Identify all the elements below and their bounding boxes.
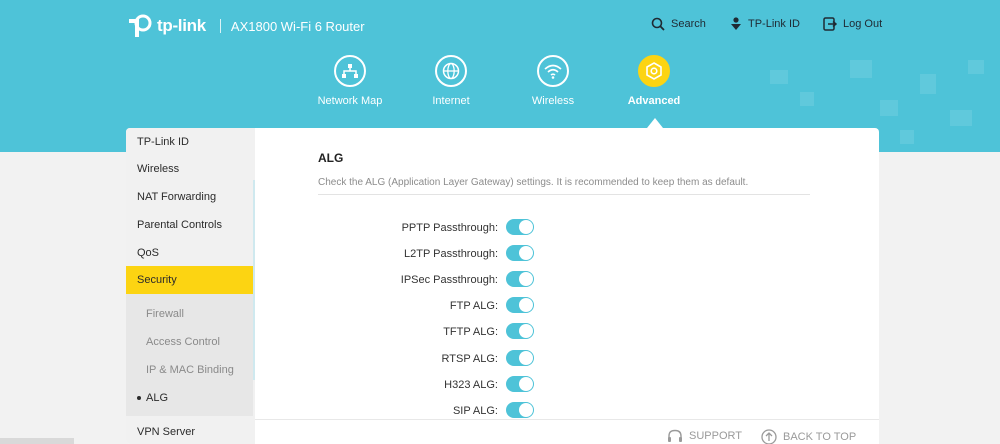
logout-icon	[823, 17, 837, 31]
network-map-icon	[334, 55, 366, 87]
nav-advanced-label: Advanced	[627, 95, 681, 107]
sidebar-scrollbar[interactable]	[253, 180, 255, 380]
pptp-passthrough-toggle[interactable]	[506, 219, 534, 235]
setting-label: TFTP ALG:	[443, 326, 498, 338]
sidebar-item-tplink-id[interactable]: TP-Link ID	[126, 128, 253, 156]
setting-label: L2TP Passthrough:	[404, 248, 498, 260]
tplink-id-link[interactable]: TP-Link ID	[730, 17, 800, 31]
gear-icon	[638, 55, 670, 87]
footer-bar: SUPPORT BACK TO TOP	[255, 419, 879, 444]
rtsp-alg-toggle[interactable]	[506, 350, 534, 366]
setting-row-ipsec: IPSec Passthrough:	[318, 270, 558, 290]
search-link[interactable]: Search	[651, 17, 706, 31]
sidebar-subitem-firewall[interactable]: Firewall	[126, 300, 253, 328]
nav-wireless-label: Wireless	[531, 95, 575, 107]
title-divider	[318, 194, 810, 195]
nav-network-map[interactable]: Network Map	[300, 55, 400, 107]
setting-row-ftp: FTP ALG:	[318, 296, 558, 316]
tp-link-logo-icon	[127, 13, 153, 39]
page-description: Check the ALG (Application Layer Gateway…	[318, 177, 749, 188]
sidebar-subitem-alg[interactable]: ALG	[126, 384, 253, 412]
sidebar-item-vpn-server[interactable]: VPN Server	[126, 418, 253, 444]
support-label: SUPPORT	[689, 430, 742, 442]
setting-row-sip: SIP ALG:	[318, 401, 558, 421]
active-nav-caret	[647, 118, 663, 128]
setting-row-l2tp: L2TP Passthrough:	[318, 244, 558, 264]
brand-separator	[219, 19, 221, 33]
arrow-up-circle-icon	[761, 429, 777, 444]
router-model: AX1800 Wi-Fi 6 Router	[230, 18, 365, 34]
logout-link[interactable]: Log Out	[823, 17, 882, 31]
back-to-top-label: BACK TO TOP	[783, 431, 857, 443]
ftp-alg-toggle[interactable]	[506, 297, 534, 313]
sidebar-item-security[interactable]: Security	[126, 266, 253, 294]
back-to-top-link[interactable]: BACK TO TOP	[761, 429, 856, 444]
setting-row-rtsp: RTSP ALG:	[318, 349, 558, 369]
sidebar-item-parental-controls[interactable]: Parental Controls	[126, 211, 253, 239]
page-title: ALG	[318, 151, 344, 165]
setting-label: SIP ALG:	[452, 405, 498, 417]
brand-logo: tp-link AX1800 Wi-Fi 6 Router	[127, 13, 365, 39]
support-link[interactable]: SUPPORT	[667, 429, 742, 443]
tplink-id-label: TP-Link ID	[748, 18, 800, 30]
setting-label: IPSec Passthrough:	[400, 274, 498, 286]
setting-label: FTP ALG:	[449, 300, 498, 312]
globe-icon	[435, 55, 467, 87]
setting-label: RTSP ALG:	[441, 353, 498, 365]
tftp-alg-toggle[interactable]	[506, 323, 534, 339]
ipsec-passthrough-toggle[interactable]	[506, 271, 534, 287]
nav-internet-label: Internet	[432, 95, 470, 107]
l2tp-passthrough-toggle[interactable]	[506, 245, 534, 261]
setting-row-h323: H323 ALG:	[318, 375, 558, 395]
nav-network-map-label: Network Map	[317, 95, 383, 107]
setting-label: PPTP Passthrough:	[401, 222, 498, 234]
sidebar-item-wireless[interactable]: Wireless	[126, 155, 253, 183]
setting-row-pptp: PPTP Passthrough:	[318, 218, 558, 238]
h323-alg-toggle[interactable]	[506, 376, 534, 392]
headset-icon	[668, 429, 682, 442]
sidebar: TP-Link ID Wireless NAT Forwarding Paren…	[126, 128, 255, 444]
setting-label: H323 ALG:	[444, 379, 498, 391]
brand-name: tp-link	[157, 16, 206, 35]
tplink-id-icon	[731, 17, 741, 30]
sidebar-item-qos[interactable]: QoS	[126, 239, 253, 267]
setting-row-tftp: TFTP ALG:	[318, 322, 558, 342]
search-icon	[651, 17, 665, 31]
settings-card: TP-Link ID Wireless NAT Forwarding Paren…	[126, 128, 879, 444]
nav-wireless[interactable]: Wireless	[503, 55, 603, 107]
wifi-icon	[537, 55, 569, 87]
nav-internet[interactable]: Internet	[401, 55, 501, 107]
horizontal-scrollbar[interactable]	[0, 438, 74, 444]
logout-label: Log Out	[843, 18, 883, 30]
sidebar-subitem-ip-mac-binding[interactable]: IP & MAC Binding	[126, 356, 253, 384]
nav-advanced[interactable]: Advanced	[604, 55, 704, 107]
sidebar-item-nat-forwarding[interactable]: NAT Forwarding	[126, 183, 253, 211]
search-label: Search	[671, 18, 706, 30]
sidebar-subitem-access-control[interactable]: Access Control	[126, 328, 253, 356]
sip-alg-toggle[interactable]	[506, 402, 534, 418]
